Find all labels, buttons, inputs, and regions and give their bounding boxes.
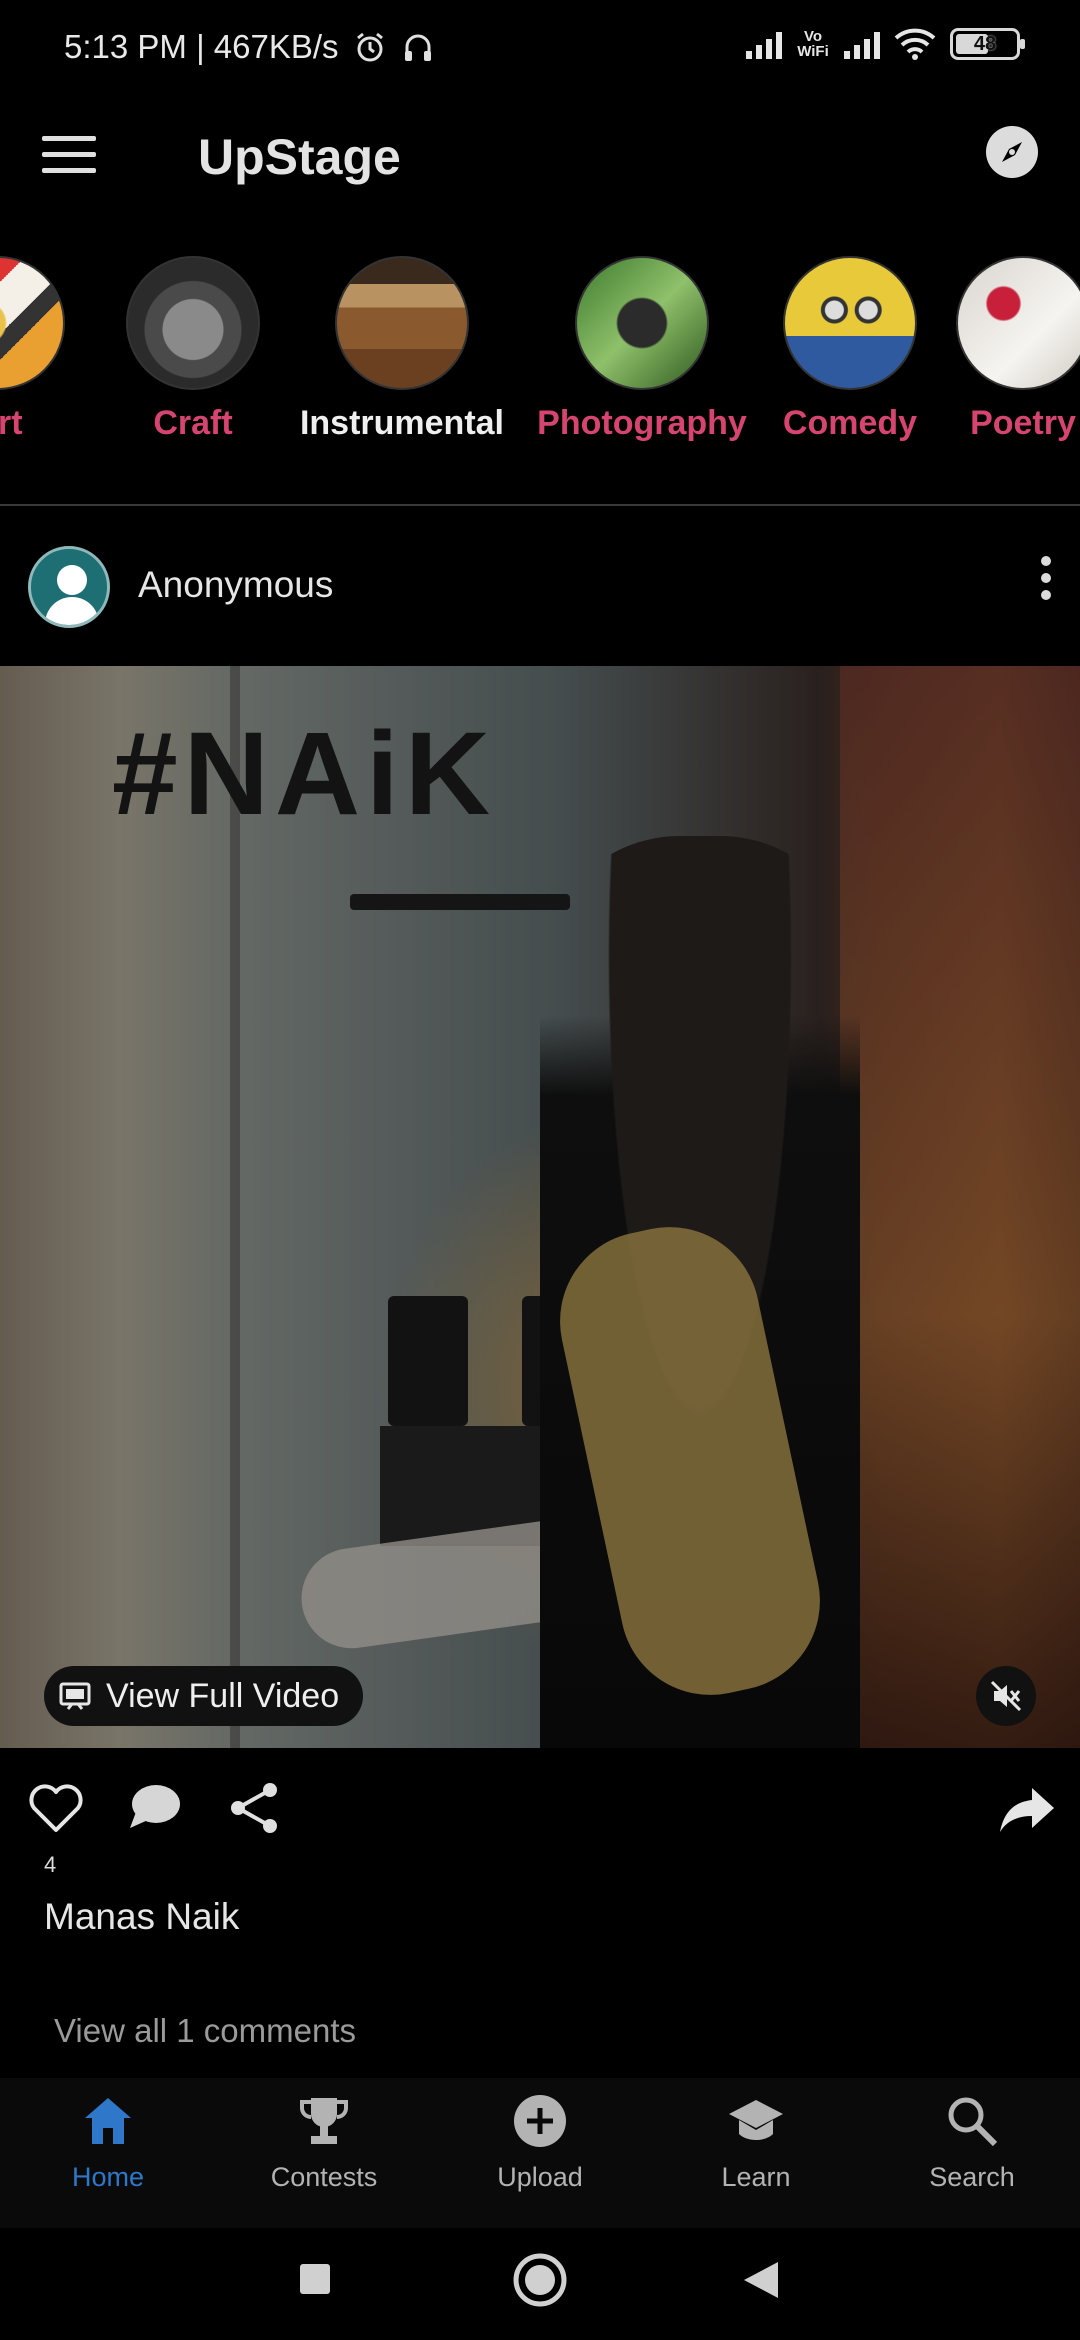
home-circle-icon[interactable] (512, 2252, 568, 2313)
view-full-video-button[interactable]: View Full Video (44, 1666, 364, 1726)
battery-level: 48 (973, 32, 997, 55)
category-photography[interactable]: Photography (532, 256, 752, 443)
post-header: Anonymous (0, 540, 1080, 640)
category-art-image (0, 256, 65, 390)
nav-home[interactable]: Home (0, 2092, 216, 2193)
compass-icon[interactable] (986, 126, 1038, 178)
post-actions (0, 1770, 1080, 1850)
nav-label: Search (929, 2162, 1015, 2192)
divider (0, 504, 1080, 506)
category-craft[interactable]: Craft (83, 256, 303, 443)
nav-contests[interactable]: Contests (216, 2092, 432, 2193)
category-poetry[interactable]: Poetry (913, 256, 1080, 443)
alarm-icon (356, 32, 383, 62)
back-triangle-icon[interactable] (742, 2260, 780, 2305)
category-label: Craft (153, 404, 233, 442)
hamburger-menu-icon[interactable] (42, 136, 96, 176)
post-author[interactable]: Anonymous (138, 564, 333, 606)
category-photography-image (575, 256, 709, 390)
app-title: UpStage (198, 129, 401, 185)
post-caption: Manas Naik (44, 1896, 240, 1937)
category-instrumental-image (335, 256, 469, 390)
comment-icon[interactable] (122, 1776, 186, 1840)
signal-icon (746, 29, 782, 59)
nav-label: Contests (270, 2162, 378, 2192)
category-label: Instrumental (299, 404, 505, 442)
share-icon[interactable] (222, 1776, 286, 1840)
add-circle-icon (514, 2095, 566, 2147)
category-poetry-image (956, 256, 1080, 390)
forward-arrow-icon[interactable] (996, 1776, 1060, 1840)
recents-square-icon[interactable] (298, 2262, 332, 2301)
school-icon (729, 2100, 783, 2140)
headphones-icon (404, 34, 431, 61)
mute-icon[interactable] (976, 1666, 1036, 1726)
category-instrumental[interactable]: Instrumental (292, 256, 512, 443)
category-label: Poetry (970, 404, 1076, 442)
nav-label: Learn (721, 2162, 791, 2192)
app-bar: UpStage (0, 100, 1080, 210)
more-options-icon[interactable] (1034, 556, 1058, 612)
like-count: 4 (44, 1852, 57, 1877)
nav-label: Home (71, 2162, 145, 2192)
status-time: 5:13 PM | 467KB/s (64, 28, 339, 65)
search-icon (948, 2097, 998, 2147)
view-full-video-label: View Full Video (106, 1676, 340, 1715)
system-nav-bar (0, 2228, 1080, 2340)
like-heart-icon[interactable] (24, 1776, 88, 1840)
category-label: Photography (537, 404, 747, 442)
signal-icon-2 (844, 29, 880, 59)
status-right: Vo WiFi 48 (746, 28, 1025, 60)
post-video[interactable]: #NAiK View Full Video (0, 666, 1080, 1748)
battery-icon: 48 (950, 28, 1025, 60)
category-strip: Art Craft Instrumental Photography Comed… (0, 256, 1080, 456)
category-comedy-image (783, 256, 917, 390)
home-icon (85, 2098, 131, 2144)
nav-learn[interactable]: Learn (648, 2092, 864, 2193)
category-craft-image (126, 256, 260, 390)
nav-label: Upload (497, 2162, 583, 2192)
avatar[interactable] (28, 546, 110, 628)
vowifi-icon: Vo WiFi (797, 28, 829, 60)
status-bar: 5:13 PM | 467KB/s Vo WiFi 48 (0, 0, 1080, 100)
video-library-icon (59, 1682, 91, 1710)
status-left: 5:13 PM | 467KB/s (64, 28, 435, 66)
trophy-icon (300, 2098, 348, 2144)
nav-upload[interactable]: Upload (432, 2092, 648, 2193)
nav-search[interactable]: Search (864, 2092, 1080, 2193)
bottom-nav: Home Contests Upload Learn Search (0, 2078, 1080, 2228)
screen: 5:13 PM | 467KB/s Vo WiFi 48 UpStage rt … (0, 0, 1080, 2340)
wifi-icon (894, 28, 936, 60)
view-comments-link[interactable]: View all 1 comments (54, 2012, 356, 2050)
